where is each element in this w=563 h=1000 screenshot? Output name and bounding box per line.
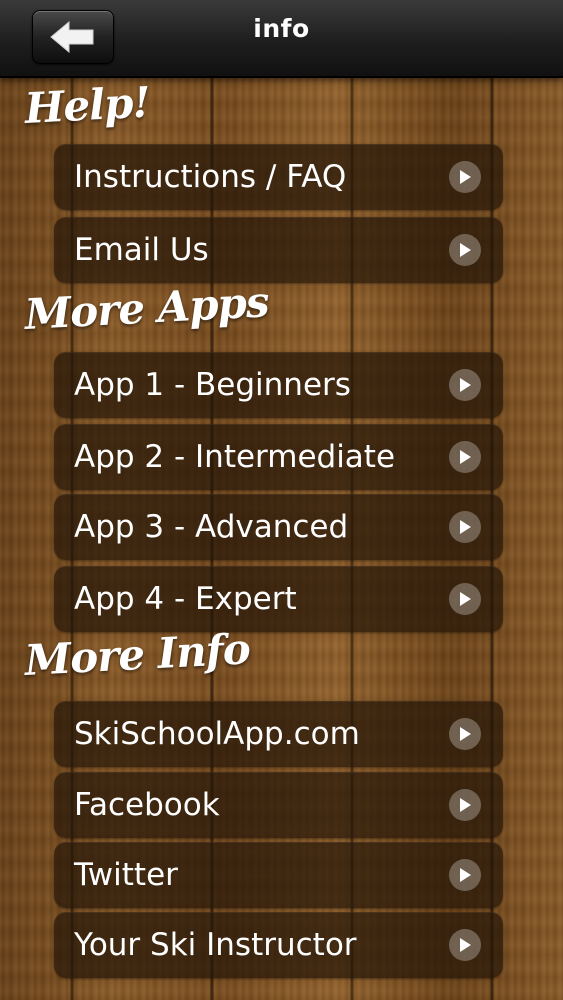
menu-item-label: Email Us	[74, 232, 209, 268]
menu-item-app-4[interactable]: App 4 - Expert	[54, 566, 503, 632]
chevron-right-icon	[449, 583, 481, 615]
menu-item-label: Twitter	[74, 857, 178, 893]
menu-item-skischoolapp[interactable]: SkiSchoolApp.com	[54, 701, 503, 767]
top-bar: info	[0, 0, 563, 78]
menu-item-app-1[interactable]: App 1 - Beginners	[54, 352, 503, 418]
chevron-right-icon	[449, 441, 481, 473]
menu-item-label: App 1 - Beginners	[74, 367, 351, 403]
section-heading-more-apps: More Apps	[23, 277, 270, 339]
menu-item-twitter[interactable]: Twitter	[54, 842, 503, 908]
chevron-right-icon	[449, 511, 481, 543]
menu-item-facebook[interactable]: Facebook	[54, 772, 503, 838]
chevron-right-icon	[449, 789, 481, 821]
chevron-right-icon	[449, 161, 481, 193]
section-heading-help: Help!	[23, 77, 152, 133]
chevron-right-icon	[449, 859, 481, 891]
menu-item-app-3[interactable]: App 3 - Advanced	[54, 494, 503, 560]
menu-item-label: App 4 - Expert	[74, 581, 297, 617]
menu-item-label: App 2 - Intermediate	[74, 439, 396, 475]
section-heading-more-info: More Info	[23, 624, 251, 685]
menu-item-app-2[interactable]: App 2 - Intermediate	[54, 424, 503, 490]
menu-item-label: Instructions / FAQ	[74, 159, 347, 195]
menu-item-label: Facebook	[74, 787, 220, 823]
menu-item-label: SkiSchoolApp.com	[74, 716, 360, 752]
menu-item-label: App 3 - Advanced	[74, 509, 349, 545]
menu-item-instructions-faq[interactable]: Instructions / FAQ	[54, 144, 503, 210]
menu-item-email-us[interactable]: Email Us	[54, 217, 503, 283]
menu-item-your-ski-instructor[interactable]: Your Ski Instructor	[54, 912, 503, 978]
chevron-right-icon	[449, 234, 481, 266]
chevron-right-icon	[449, 369, 481, 401]
chevron-right-icon	[449, 929, 481, 961]
chevron-right-icon	[449, 718, 481, 750]
menu-item-label: Your Ski Instructor	[74, 927, 357, 963]
page-title: info	[253, 14, 310, 43]
